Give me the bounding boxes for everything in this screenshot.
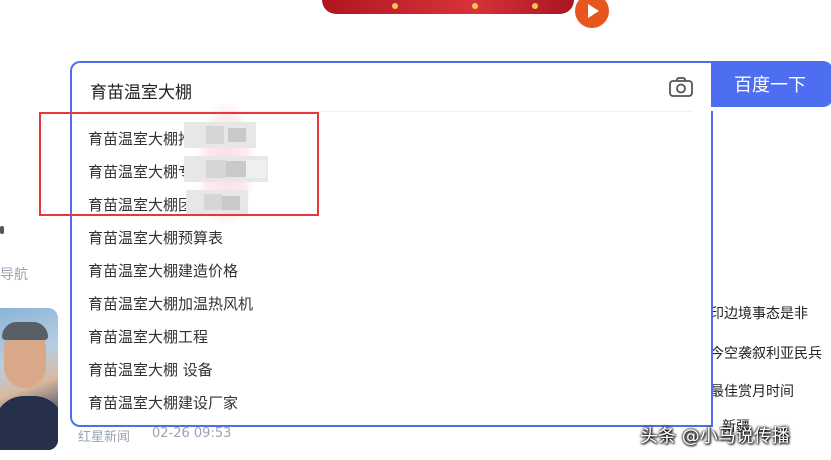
suggestion-item[interactable]: 育苗温室大棚建设厂家 — [88, 387, 648, 420]
promo-banner[interactable] — [322, 0, 574, 14]
play-icon[interactable] — [575, 0, 609, 28]
news-time: 02-26 09:53 — [152, 426, 232, 441]
sidebar-nav-label[interactable]: 导航 — [0, 264, 28, 284]
suggestion-item[interactable]: 育苗温室大棚加温热风机 — [88, 288, 648, 321]
suggestion-item[interactable]: 育苗温室大棚建造价格 — [88, 255, 648, 288]
suggestion-item[interactable]: 育苗温室大棚工程 — [88, 321, 648, 354]
news-source: 红星新闻 — [78, 430, 131, 445]
suggestion-item[interactable]: 育苗温室大棚 设备 — [88, 354, 648, 387]
sidebar-marker — [0, 226, 4, 234]
hot-news-item[interactable]: 印边境事态是非 — [710, 303, 831, 323]
news-thumbnail[interactable] — [0, 308, 58, 450]
hot-news-item[interactable]: 今空袭叙利亚民兵 — [710, 343, 831, 363]
highlight-box — [39, 112, 319, 216]
search-input[interactable] — [90, 77, 650, 103]
watermark: 头条 @小马说传播 — [640, 426, 790, 447]
camera-icon[interactable] — [668, 76, 694, 98]
suggestion-item[interactable]: 育苗温室大棚预算表 — [88, 222, 648, 255]
hot-news-item[interactable]: 最佳赏月时间 — [710, 381, 831, 401]
search-button[interactable]: 百度一下 — [711, 61, 831, 107]
